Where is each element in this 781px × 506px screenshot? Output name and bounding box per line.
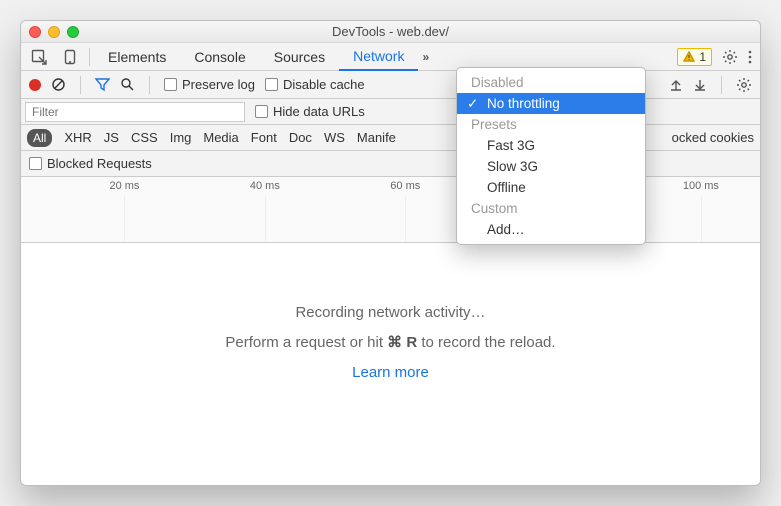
timeline-tick: 40 ms: [250, 180, 280, 192]
separator: [89, 48, 90, 66]
menu-item-slow-3g[interactable]: Slow 3G: [457, 156, 645, 177]
menu-item-add[interactable]: Add…: [457, 219, 645, 240]
shortcut-key: ⌘ R: [387, 334, 417, 351]
record-button[interactable]: [29, 79, 41, 91]
separator: [721, 76, 722, 94]
disable-cache-label: Disable cache: [283, 77, 365, 92]
checkbox-icon: [255, 105, 268, 118]
timeline-tick: 20 ms: [109, 180, 139, 192]
type-img[interactable]: Img: [170, 130, 192, 145]
export-har-icon[interactable]: [693, 78, 707, 92]
type-media[interactable]: Media: [203, 130, 238, 145]
preserve-log-checkbox[interactable]: Preserve log: [164, 77, 255, 92]
devtools-window: DevTools - web.dev/ Elements Console Sou…: [20, 20, 761, 486]
hide-data-urls-checkbox[interactable]: Hide data URLs: [255, 104, 365, 119]
throttling-menu: Disabled No throttling Presets Fast 3G S…: [456, 67, 646, 245]
type-font[interactable]: Font: [251, 130, 277, 145]
warnings-count: 1: [699, 50, 706, 64]
more-options-icon[interactable]: [748, 49, 752, 65]
menu-item-offline[interactable]: Offline: [457, 177, 645, 198]
recording-message: Recording network activity…: [21, 298, 760, 328]
tabs-overflow-icon[interactable]: »: [418, 50, 433, 64]
separator: [149, 76, 150, 94]
type-manifest[interactable]: Manife: [357, 130, 396, 145]
inspect-element-icon[interactable]: [23, 45, 55, 69]
filter-bar: Hide data URLs: [21, 99, 760, 125]
separator: [80, 76, 81, 94]
type-all-pill[interactable]: All: [27, 129, 52, 147]
menu-item-fast-3g[interactable]: Fast 3G: [457, 135, 645, 156]
search-icon[interactable]: [120, 77, 135, 92]
network-settings-icon[interactable]: [736, 77, 752, 93]
type-css[interactable]: CSS: [131, 130, 158, 145]
filter-input[interactable]: [25, 102, 245, 122]
tab-network[interactable]: Network: [339, 43, 418, 71]
blocked-cookies-truncated[interactable]: ocked cookies: [672, 130, 754, 145]
checkbox-icon: [29, 157, 42, 170]
warnings-badge[interactable]: 1: [677, 48, 712, 66]
reload-hint: Perform a request or hit ⌘ R to record t…: [21, 328, 760, 358]
tab-elements[interactable]: Elements: [94, 43, 180, 71]
type-xhr[interactable]: XHR: [64, 130, 91, 145]
warning-icon: [683, 51, 695, 63]
settings-icon[interactable]: [722, 49, 738, 65]
menu-item-no-throttling[interactable]: No throttling: [457, 93, 645, 114]
network-toolbar: Preserve log Disable cache: [21, 71, 760, 99]
type-ws[interactable]: WS: [324, 130, 345, 145]
timeline-tick: 60 ms: [390, 180, 420, 192]
checkbox-icon: [164, 78, 177, 91]
preserve-log-label: Preserve log: [182, 77, 255, 92]
disable-cache-checkbox[interactable]: Disable cache: [265, 77, 365, 92]
blocked-requests-checkbox[interactable]: Blocked Requests: [29, 156, 152, 171]
checkbox-icon: [265, 78, 278, 91]
blocked-requests-label: Blocked Requests: [47, 156, 152, 171]
empty-state: Recording network activity… Perform a re…: [21, 243, 760, 388]
menu-header-custom: Custom: [457, 198, 645, 219]
tab-sources[interactable]: Sources: [260, 43, 339, 71]
clear-button[interactable]: [51, 77, 66, 92]
menu-header-disabled: Disabled: [457, 72, 645, 93]
type-js[interactable]: JS: [104, 130, 119, 145]
tab-console[interactable]: Console: [180, 43, 259, 71]
hide-data-urls-label: Hide data URLs: [273, 104, 365, 119]
filter-toggle-icon[interactable]: [95, 77, 110, 92]
blocked-requests-bar: Blocked Requests: [21, 151, 760, 177]
type-filter-bar: All XHR JS CSS Img Media Font Doc WS Man…: [21, 125, 760, 151]
learn-more-link[interactable]: Learn more: [21, 358, 760, 388]
main-tabbar: Elements Console Sources Network » 1: [21, 43, 760, 71]
titlebar: DevTools - web.dev/: [21, 21, 760, 43]
device-toolbar-icon[interactable]: [55, 45, 85, 69]
type-doc[interactable]: Doc: [289, 130, 312, 145]
timeline-tick: 100 ms: [683, 180, 719, 192]
window-title: DevTools - web.dev/: [21, 24, 760, 39]
menu-header-presets: Presets: [457, 114, 645, 135]
timeline-overview[interactable]: 20 ms 40 ms 60 ms 100 ms: [21, 177, 760, 243]
import-har-icon[interactable]: [669, 78, 683, 92]
